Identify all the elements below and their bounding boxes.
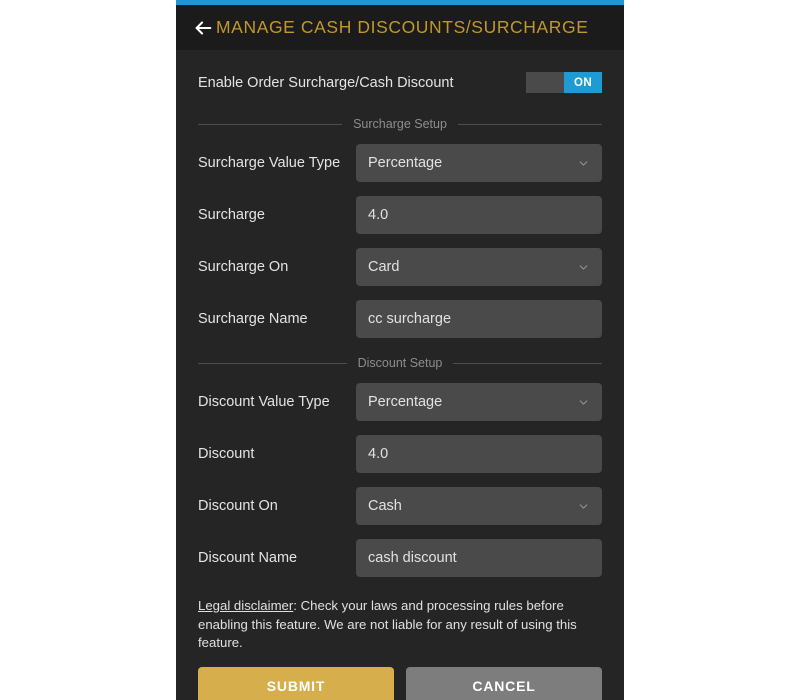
surcharge-name-input[interactable]: cc surcharge (356, 300, 602, 338)
field-label: Surcharge On (198, 259, 289, 275)
field-value: Percentage (368, 155, 443, 171)
discount-section-divider: Discount Setup (198, 356, 602, 370)
surcharge-section-divider: Surcharge Setup (198, 117, 602, 131)
field-row-discount-on: Discount On Cash (198, 480, 602, 532)
discount-input[interactable]: 4.0 (356, 435, 602, 473)
discount-name-input[interactable]: cash discount (356, 539, 602, 577)
settings-form: Enable Order Surcharge/Cash Discount ON … (176, 50, 624, 700)
legal-disclaimer: Legal disclaimer: Check your laws and pr… (198, 597, 602, 653)
field-value: Percentage (368, 394, 443, 410)
surcharge-value-type-dropdown[interactable]: Percentage (356, 144, 602, 182)
field-label: Surcharge (198, 207, 265, 223)
enable-surcharge-toggle[interactable]: ON (526, 72, 602, 93)
field-row-discount-name: Discount Name cash discount (198, 532, 602, 584)
chevron-down-icon (577, 261, 590, 274)
enable-surcharge-label: Enable Order Surcharge/Cash Discount (198, 74, 454, 91)
field-row-surcharge-name: Surcharge Name cc surcharge (198, 293, 602, 345)
field-row-discount-value-type: Discount Value Type Percentage (198, 376, 602, 428)
chevron-down-icon (577, 500, 590, 513)
field-row-surcharge-value-type: Surcharge Value Type Percentage (198, 137, 602, 189)
chevron-down-icon (577, 396, 590, 409)
discount-value-type-dropdown[interactable]: Percentage (356, 383, 602, 421)
discount-section-title: Discount Setup (357, 356, 443, 370)
field-value: cash discount (368, 550, 457, 566)
surcharge-input[interactable]: 4.0 (356, 196, 602, 234)
field-label: Discount Name (198, 550, 298, 566)
submit-button[interactable]: SUBMIT (198, 667, 394, 700)
chevron-down-icon (577, 157, 590, 170)
divider-rule-left (198, 362, 347, 364)
field-label: Discount On (198, 498, 278, 514)
field-label: Discount (198, 446, 255, 462)
toggle-state-label: ON (564, 72, 602, 93)
app-header: MANAGE CASH DISCOUNTS/SURCHARGE (176, 5, 624, 50)
toggle-track (526, 72, 564, 93)
divider-rule-left (198, 123, 343, 125)
back-arrow-icon[interactable] (190, 15, 216, 41)
cancel-button[interactable]: CANCEL (406, 667, 602, 700)
field-value: cc surcharge (368, 311, 452, 327)
field-value: 4.0 (368, 446, 389, 462)
discount-on-dropdown[interactable]: Cash (356, 487, 602, 525)
field-label: Surcharge Value Type (198, 155, 341, 171)
action-buttons: SUBMIT CANCEL (198, 667, 602, 700)
surcharge-on-dropdown[interactable]: Card (356, 248, 602, 286)
field-label: Discount Value Type (198, 394, 330, 410)
field-value: Cash (368, 498, 402, 514)
field-value: Card (368, 259, 400, 275)
field-row-discount: Discount 4.0 (198, 428, 602, 480)
field-row-surcharge-on: Surcharge On Card (198, 241, 602, 293)
field-value: 4.0 (368, 207, 389, 223)
field-row-surcharge: Surcharge 4.0 (198, 189, 602, 241)
page-title: MANAGE CASH DISCOUNTS/SURCHARGE (216, 17, 589, 37)
app-panel: MANAGE CASH DISCOUNTS/SURCHARGE Enable O… (176, 0, 624, 700)
surcharge-section-title: Surcharge Setup (353, 117, 447, 131)
enable-surcharge-row: Enable Order Surcharge/Cash Discount ON (198, 59, 602, 106)
field-label: Surcharge Name (198, 311, 308, 327)
legal-disclaimer-term: Legal disclaimer (198, 598, 294, 613)
divider-rule-right (457, 123, 602, 125)
divider-rule-right (453, 362, 602, 364)
